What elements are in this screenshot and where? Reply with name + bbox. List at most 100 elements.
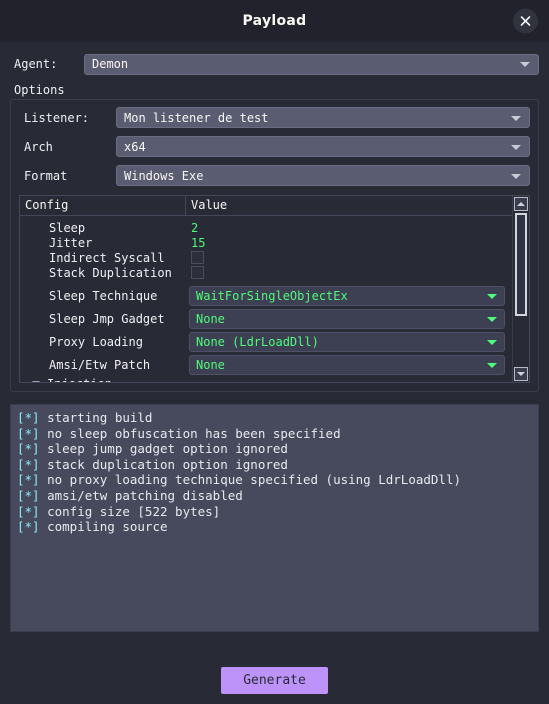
chevron-down-icon	[487, 316, 497, 322]
log-line: [*] sleep jump gadget option ignored	[17, 441, 532, 457]
listener-select-value: Mon listener de test	[124, 110, 269, 125]
row-label: Sleep Technique	[49, 288, 158, 303]
format-select-value: Windows Exe	[124, 168, 204, 183]
log-text: no proxy loading technique specified (us…	[39, 472, 462, 488]
generate-button[interactable]: Generate	[221, 666, 328, 694]
row-value-cell[interactable]: None (LdrLoadDll)	[186, 331, 512, 352]
footer: Generate	[0, 656, 549, 704]
title-bar: Payload	[0, 0, 549, 42]
table-row[interactable]: Jitter 15	[20, 235, 512, 250]
log-line: [*] stack duplication option ignored	[17, 457, 532, 473]
agent-row: Agent: Demon	[10, 53, 539, 75]
table-row[interactable]: Sleep Jmp Gadget None	[20, 307, 512, 330]
proxy-loading-select[interactable]: None (LdrLoadDll)	[189, 331, 505, 352]
listener-select[interactable]: Mon listener de test	[116, 107, 530, 128]
table-row[interactable]: Sleep Technique WaitForSingleObjectEx	[20, 284, 512, 307]
sleep-jmp-gadget-value: None	[196, 311, 225, 326]
chevron-down-icon	[520, 62, 530, 67]
log-marker: [*]	[17, 503, 40, 519]
log-line: [*] config size [522 bytes]	[17, 504, 532, 520]
scroll-up-arrow-icon	[517, 202, 525, 206]
row-label: Sleep	[49, 220, 86, 235]
stack-duplication-checkbox[interactable]	[191, 266, 204, 279]
log-line: [*] compiling source	[17, 519, 532, 535]
row-label: Stack Duplication	[49, 265, 172, 280]
chevron-down-icon	[487, 293, 497, 299]
column-header-config[interactable]: Config	[20, 196, 186, 215]
log-line: [*] starting build	[17, 410, 532, 426]
row-value: 15	[191, 235, 206, 250]
table-row[interactable]: Amsi/Etw Patch None	[20, 353, 512, 376]
row-label: Indirect Syscall	[49, 250, 165, 265]
options-group-label: Options	[14, 83, 65, 97]
log-marker: [*]	[17, 425, 40, 441]
proxy-loading-value: None (LdrLoadDll)	[196, 334, 319, 349]
row-value-cell[interactable]: WaitForSingleObjectEx	[186, 285, 512, 306]
row-label-wrap: Injection	[20, 377, 186, 383]
row-label: Amsi/Etw Patch	[49, 357, 151, 372]
close-icon	[520, 16, 531, 26]
log-marker: [*]	[17, 487, 40, 503]
agent-label: Agent:	[14, 57, 58, 71]
row-value-cell[interactable]: 2	[186, 221, 512, 235]
scrollbar-thumb[interactable]	[515, 213, 527, 316]
log-marker: [*]	[17, 410, 40, 425]
row-value: 2	[191, 220, 199, 235]
sleep-jmp-gadget-select[interactable]: None	[189, 308, 505, 329]
chevron-down-icon[interactable]	[32, 381, 40, 382]
window-title: Payload	[242, 13, 307, 29]
log-text: config size [522 bytes]	[39, 503, 221, 519]
table-row[interactable]: Stack Duplication	[20, 265, 512, 280]
table-row-injection[interactable]: Injection	[20, 376, 512, 383]
scrollbar-down-button[interactable]	[514, 367, 528, 381]
window-content: Agent: Demon Options Listener: Mon liste…	[0, 42, 549, 656]
row-label: Injection	[47, 377, 112, 383]
row-value-cell[interactable]: None	[186, 354, 512, 375]
chevron-down-icon	[511, 144, 521, 150]
config-table-body: Config Value Sleep 2 Jitter 15 Indirect …	[20, 196, 512, 382]
log-text: no sleep obfuscation has been specified	[39, 425, 341, 441]
column-header-value[interactable]: Value	[186, 196, 512, 215]
amsi-etw-patch-select[interactable]: None	[189, 354, 505, 375]
scrollbar-up-button[interactable]	[514, 197, 528, 211]
listener-label: Listener:	[24, 110, 90, 125]
log-line: [*] no proxy loading technique specified…	[17, 472, 532, 488]
row-value-cell[interactable]	[186, 266, 512, 279]
chevron-down-icon	[487, 362, 497, 368]
arch-label: Arch	[24, 139, 53, 154]
listener-row: Listener: Mon listener de test	[19, 107, 530, 128]
log-text: starting build	[39, 410, 153, 425]
row-label: Jitter	[49, 235, 93, 250]
sleep-technique-select[interactable]: WaitForSingleObjectEx	[189, 285, 505, 306]
arch-select[interactable]: x64	[116, 136, 530, 157]
table-row[interactable]: Proxy Loading None (LdrLoadDll)	[20, 330, 512, 353]
row-value-cell[interactable]	[186, 251, 512, 264]
options-groupbox: Listener: Mon listener de test Arch x64 …	[10, 99, 539, 392]
row-value-cell[interactable]: 15	[186, 236, 512, 250]
row-label: Sleep Jmp Gadget	[49, 311, 165, 326]
agent-select[interactable]: Demon	[84, 53, 539, 75]
log-text: compiling source	[39, 519, 168, 535]
log-marker: [*]	[17, 441, 40, 457]
config-table-scrollbar[interactable]	[512, 196, 529, 382]
log-text: amsi/etw patching disabled	[39, 487, 243, 503]
format-select[interactable]: Windows Exe	[116, 165, 530, 186]
agent-select-value: Demon	[92, 57, 129, 71]
format-row: Format Windows Exe	[19, 165, 530, 186]
log-marker: [*]	[17, 472, 40, 488]
build-log[interactable]: [*] starting build [*] no sleep obfuscat…	[10, 404, 539, 632]
log-text: sleep jump gadget option ignored	[39, 441, 288, 457]
row-label: Proxy Loading	[49, 334, 143, 349]
table-row[interactable]: Indirect Syscall	[20, 250, 512, 265]
indirect-syscall-checkbox[interactable]	[191, 251, 204, 264]
row-value-cell[interactable]: None	[186, 308, 512, 329]
table-row[interactable]: Sleep 2	[20, 220, 512, 235]
sleep-technique-value: WaitForSingleObjectEx	[196, 288, 348, 303]
config-table-header: Config Value	[20, 196, 512, 216]
chevron-down-icon	[487, 339, 497, 345]
config-table: Config Value Sleep 2 Jitter 15 Indirect …	[19, 195, 530, 383]
format-label: Format	[24, 168, 68, 183]
close-button[interactable]	[513, 8, 538, 34]
arch-select-value: x64	[124, 139, 146, 154]
arch-row: Arch x64	[19, 136, 530, 157]
